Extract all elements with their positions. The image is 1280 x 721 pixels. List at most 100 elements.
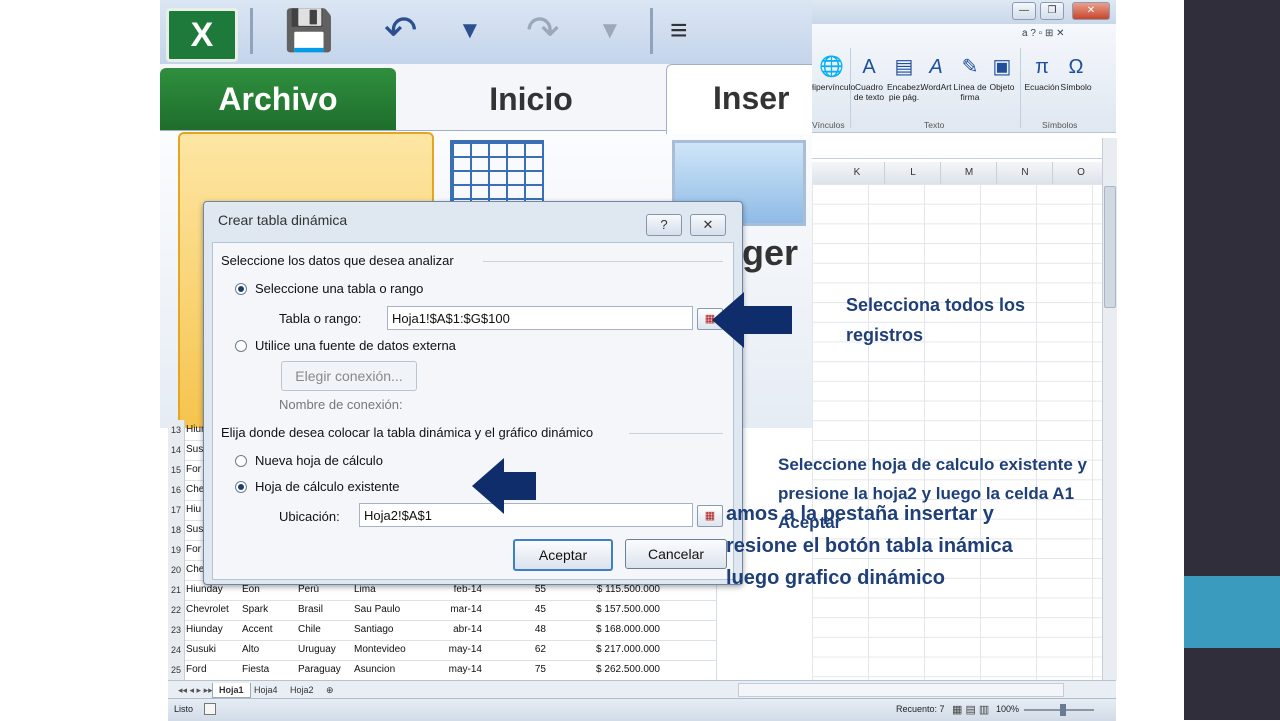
close-icon[interactable]: ✕	[1072, 2, 1110, 20]
table-row[interactable]: 25 Ford Fiesta Paraguay Asuncion may-14 75 $ 26…	[168, 660, 716, 681]
table-cell[interactable]: Hiunday	[186, 620, 240, 640]
horizontal-scrollbar[interactable]	[738, 683, 1064, 697]
table-cell[interactable]: 62	[486, 640, 546, 660]
location-picker-icon[interactable]: ▦	[697, 505, 723, 527]
header-footer-button[interactable]: ▤ Encabez. pie pág.	[887, 54, 922, 102]
table-cell[interactable]: Montevideo	[354, 640, 418, 660]
row-number[interactable]: 16	[168, 480, 185, 500]
table-row[interactable]: 23 Hiunday Accent Chile Santiago abr-14 48 $ 16…	[168, 620, 716, 641]
table-row[interactable]: 22 Chevrolet Spark Brasil Sau Paulo mar-14 45 $…	[168, 600, 716, 621]
table-cell[interactable]: $ 262.500.000	[550, 660, 660, 680]
cell-grid[interactable]	[812, 184, 1102, 680]
column-header[interactable]: O	[1054, 162, 1109, 184]
macro-record-icon[interactable]	[204, 703, 216, 715]
text-box-button[interactable]: A Cuadro de texto	[852, 54, 886, 102]
chevron-down-icon[interactable]: ▼	[458, 8, 482, 54]
chevron-down-icon[interactable]: ▼	[598, 8, 622, 54]
restore-icon[interactable]: ❐	[1040, 2, 1064, 20]
radio-external-source[interactable]	[235, 340, 247, 352]
customize-toolbar-icon[interactable]: ≡	[670, 8, 688, 54]
option-external-source[interactable]: Utilice una fuente de datos externa	[255, 338, 456, 353]
close-button[interactable]: ✕	[690, 214, 726, 236]
undo-icon[interactable]: ↶	[384, 8, 418, 54]
table-cell[interactable]: Chile	[298, 620, 352, 640]
tab-archivo[interactable]: Archivo	[160, 68, 396, 130]
table-cell[interactable]: may-14	[418, 660, 482, 680]
option-select-table[interactable]: Seleccione una tabla o rango	[255, 281, 423, 296]
table-cell[interactable]: $ 217.000.000	[550, 640, 660, 660]
radio-select-table[interactable]	[235, 283, 247, 295]
equation-button[interactable]: π Ecuación	[1024, 54, 1060, 92]
radio-new-sheet[interactable]	[235, 455, 247, 467]
sheet-tab-hoja2[interactable]: Hoja2	[284, 683, 320, 697]
row-number[interactable]: 17	[168, 500, 185, 520]
wordart-button[interactable]: A WordArt	[920, 54, 952, 92]
object-button[interactable]: ▣ Objeto	[987, 54, 1017, 92]
formula-bar[interactable]	[812, 138, 1116, 159]
zoom-slider[interactable]	[1024, 709, 1094, 711]
cancel-button[interactable]: Cancelar	[625, 539, 727, 569]
row-number[interactable]: 13	[168, 420, 185, 440]
table-cell[interactable]: Sau Paulo	[354, 600, 418, 620]
column-header[interactable]: K	[830, 162, 885, 184]
new-sheet-icon[interactable]: ⊕	[320, 683, 340, 697]
row-number[interactable]: 14	[168, 440, 185, 460]
table-cell[interactable]: Alto	[242, 640, 296, 660]
row-number[interactable]: 22	[168, 600, 185, 620]
table-cell[interactable]: $ 168.000.000	[550, 620, 660, 640]
table-cell[interactable]: mar-14	[418, 600, 482, 620]
table-cell[interactable]: 48	[486, 620, 546, 640]
table-cell[interactable]: Ford	[186, 660, 240, 680]
table-cell[interactable]: may-14	[418, 640, 482, 660]
hyperlink-button[interactable]: 🌐 Hipervínculo	[808, 54, 855, 92]
help-button[interactable]: ?	[646, 214, 682, 236]
column-header[interactable]: N	[998, 162, 1053, 184]
row-number[interactable]: 21	[168, 580, 185, 600]
redo-icon[interactable]: ↷	[526, 8, 560, 54]
column-header[interactable]: M	[942, 162, 997, 184]
scrollbar-thumb[interactable]	[1104, 186, 1116, 308]
ribbon-insert: a ? ▫ ⊞ ✕ 🌐 Hipervínculo Vínculos A Cuad…	[808, 24, 1116, 133]
row-number[interactable]: 24	[168, 640, 185, 660]
table-cell[interactable]: Asuncion	[354, 660, 418, 680]
table-cell[interactable]: Fiesta	[242, 660, 296, 680]
tab-insertar[interactable]: Inser	[666, 64, 812, 134]
range-input[interactable]: Hoja1!$A$1:$G$100	[387, 306, 693, 330]
table-cell[interactable]: $ 157.500.000	[550, 600, 660, 620]
row-number[interactable]: 23	[168, 620, 185, 640]
ribbon-window-controls[interactable]: a ? ▫ ⊞ ✕	[1022, 28, 1065, 39]
table-cell[interactable]: Spark	[242, 600, 296, 620]
table-cell[interactable]: abr-14	[418, 620, 482, 640]
save-icon[interactable]: 💾	[284, 8, 334, 54]
zoom-slider-handle[interactable]	[1060, 704, 1066, 716]
row-number[interactable]: 20	[168, 560, 185, 580]
sheet-tab-hoja4[interactable]: Hoja4	[248, 683, 284, 697]
table-cell[interactable]: Accent	[242, 620, 296, 640]
row-number[interactable]: 15	[168, 460, 185, 480]
minimize-icon[interactable]: —	[1012, 2, 1036, 20]
table-cell[interactable]: Chevrolet	[186, 600, 240, 620]
table-cell[interactable]: Brasil	[298, 600, 352, 620]
radio-existing-sheet[interactable]	[235, 481, 247, 493]
section-select-data: Seleccione los datos que desea analizar	[221, 253, 454, 268]
table-cell[interactable]: 45	[486, 600, 546, 620]
choose-connection-button[interactable]: Elegir conexión...	[281, 361, 417, 391]
table-cell[interactable]: Santiago	[354, 620, 418, 640]
view-normal-icon[interactable]: ▦ ▤ ▥	[952, 703, 989, 716]
row-number[interactable]: 19	[168, 540, 185, 560]
table-cell[interactable]: 75	[486, 660, 546, 680]
option-new-sheet[interactable]: Nueva hoja de cálculo	[255, 453, 383, 468]
table-cell[interactable]: Susuki	[186, 640, 240, 660]
table-cell[interactable]: Paraguay	[298, 660, 352, 680]
tab-inicio[interactable]: Inicio	[396, 68, 666, 130]
row-number[interactable]: 18	[168, 520, 185, 540]
option-existing-sheet[interactable]: Hoja de cálculo existente	[255, 479, 400, 494]
ok-button[interactable]: Aceptar	[513, 539, 613, 571]
symbol-button[interactable]: Ω Símbolo	[1060, 54, 1092, 92]
column-header[interactable]: L	[886, 162, 941, 184]
signature-line-button[interactable]: ✎ Línea de firma	[953, 54, 987, 102]
row-number[interactable]: 25	[168, 660, 185, 680]
table-row[interactable]: 24 Susuki Alto Uruguay Montevideo may-14 62 $ 2…	[168, 640, 716, 661]
table-cell[interactable]: Uruguay	[298, 640, 352, 660]
sheet-tab-hoja1[interactable]: Hoja1	[212, 683, 251, 698]
